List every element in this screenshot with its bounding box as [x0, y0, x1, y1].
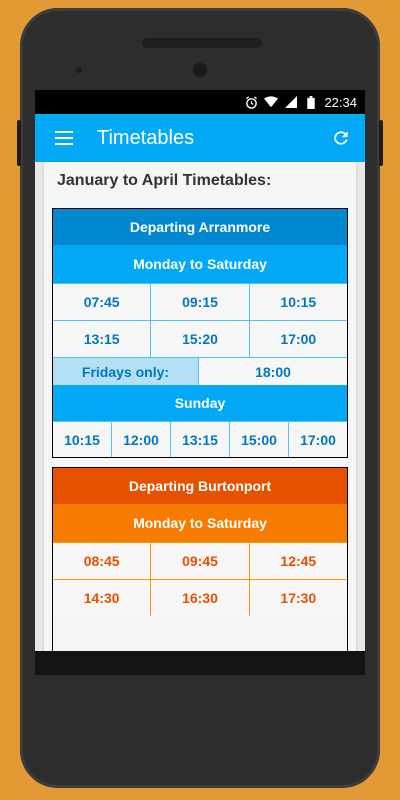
- app-bar: Timetables: [35, 114, 365, 162]
- battery-icon: [304, 95, 318, 109]
- time-cell: 10:15: [53, 421, 112, 457]
- status-bar: 22:34: [35, 90, 365, 114]
- time-cell: 13:15: [53, 320, 152, 357]
- refresh-icon[interactable]: [331, 128, 351, 148]
- power-button: [379, 120, 383, 166]
- timetable-card: January to April Timetables: Departing A…: [44, 162, 356, 651]
- app-title: Timetables: [97, 126, 195, 149]
- signal-icon: [284, 95, 298, 109]
- time-cell: 13:15: [171, 421, 230, 457]
- arranmore-timetable: Departing Arranmore Monday to Saturday 0…: [52, 208, 348, 458]
- wifi-icon: [264, 95, 279, 109]
- alarm-icon: [244, 95, 258, 109]
- volume-button: [17, 120, 21, 166]
- time-cell: 14:30: [53, 579, 152, 616]
- earpiece-speaker: [142, 38, 262, 48]
- time-cell: 15:20: [151, 320, 250, 357]
- fridays-only-label: Fridays only:: [53, 357, 199, 385]
- proximity-sensor: [76, 67, 82, 73]
- time-cell: 15:00: [230, 421, 289, 457]
- burtonport-title: Departing Burtonport: [53, 468, 347, 504]
- phone-frame: 22:34 Timetables January to April Timeta…: [17, 8, 383, 788]
- time-cell: 09:45: [151, 542, 250, 579]
- front-camera: [193, 63, 207, 77]
- hamburger-menu-icon[interactable]: [55, 126, 79, 150]
- time-cell: 10:15: [249, 283, 347, 320]
- content-area: January to April Timetables: Departing A…: [35, 162, 365, 651]
- fridays-time: 18:00: [199, 357, 347, 385]
- status-time: 22:34: [324, 94, 357, 110]
- time-cell: 17:00: [289, 421, 347, 457]
- time-cell: 07:45: [53, 283, 152, 320]
- time-cell: 09:15: [151, 283, 250, 320]
- arranmore-mon-sat-label: Monday to Saturday: [53, 245, 347, 283]
- time-cell: 12:00: [112, 421, 171, 457]
- arranmore-title: Departing Arranmore: [53, 209, 347, 245]
- time-cell: 17:00: [249, 320, 347, 357]
- screen: 22:34 Timetables January to April Timeta…: [35, 90, 365, 675]
- arranmore-sunday-label: Sunday: [53, 385, 347, 421]
- section-title: January to April Timetables:: [57, 172, 272, 189]
- burtonport-mon-sat-label: Monday to Saturday: [53, 504, 347, 542]
- time-cell: 12:45: [249, 542, 347, 579]
- time-cell: 08:45: [53, 542, 152, 579]
- time-cell: 17:30: [249, 579, 347, 616]
- time-cell: 16:30: [151, 579, 250, 616]
- burtonport-timetable: Departing Burtonport Monday to Saturday …: [52, 467, 348, 651]
